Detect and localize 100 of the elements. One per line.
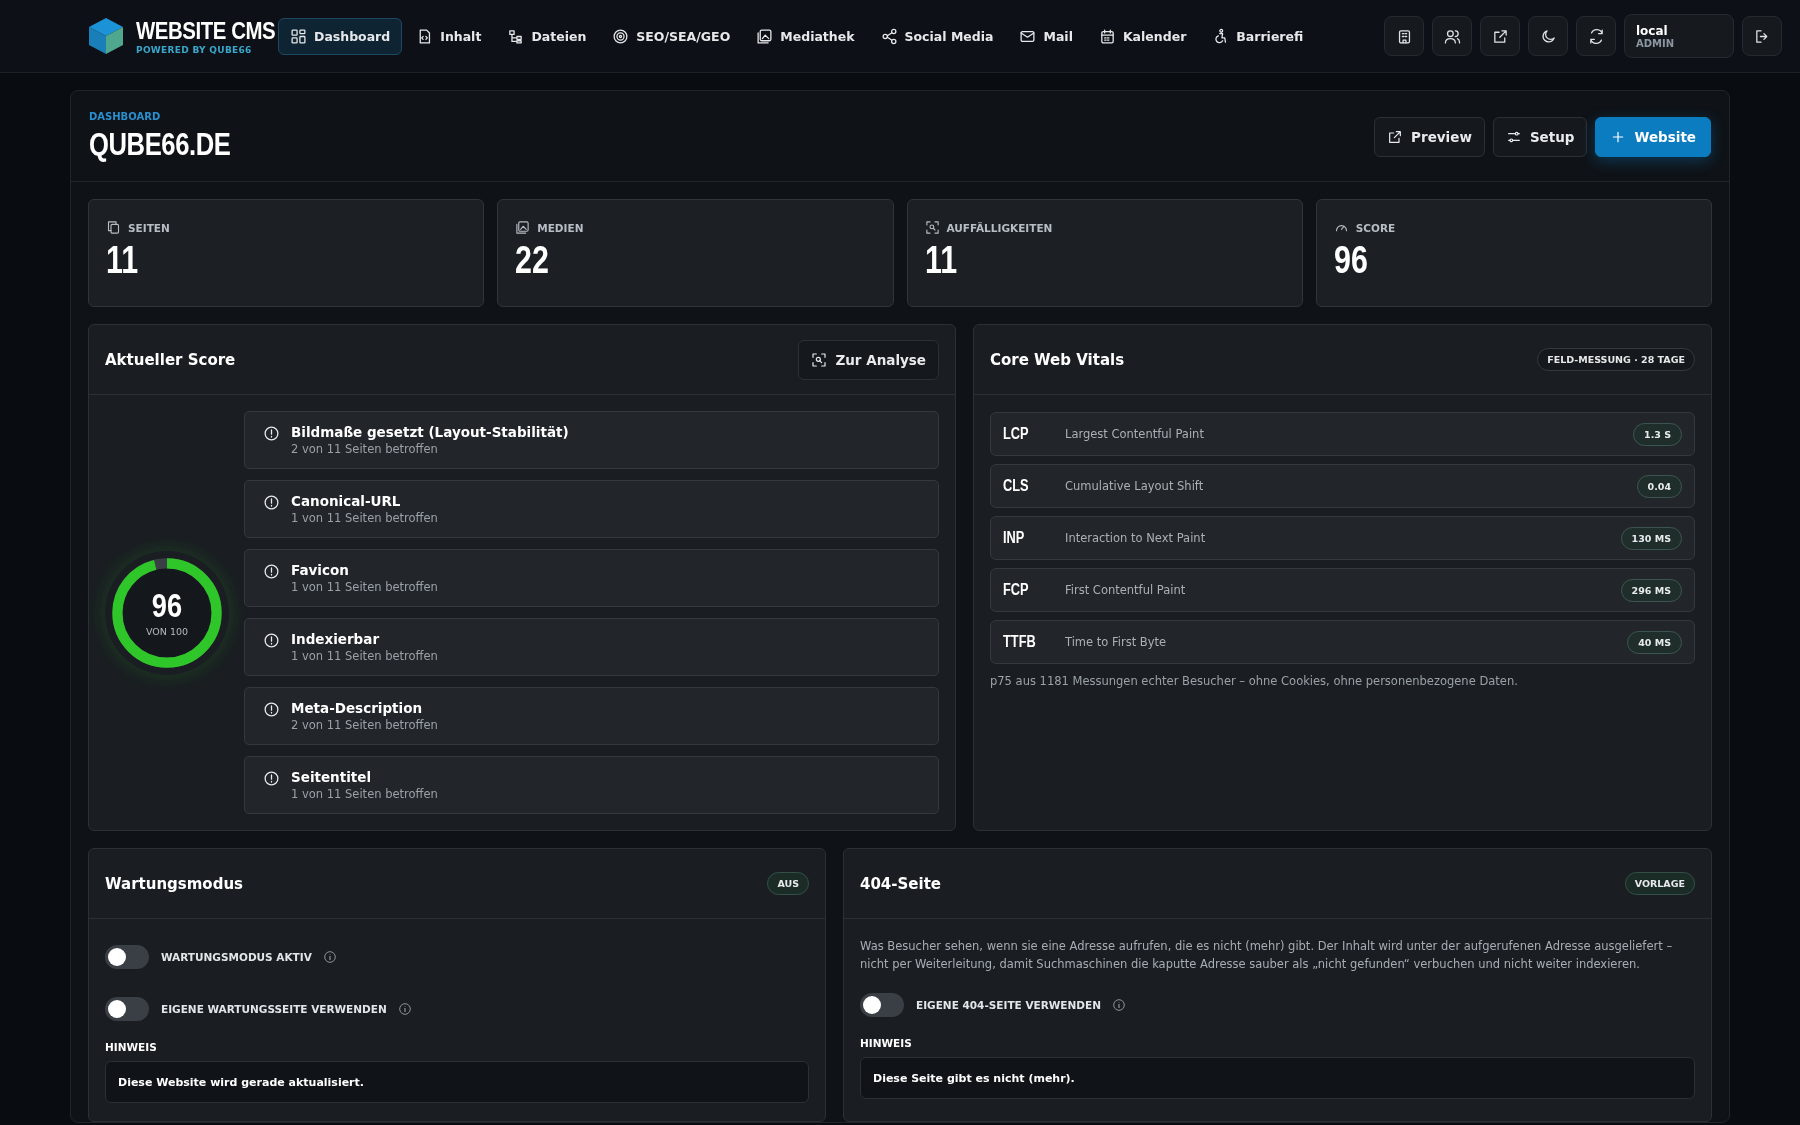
issue-detail: 1 von 11 Seiten betroffen [291,580,438,594]
info-icon [398,1003,411,1015]
metric-code: FCP [1003,581,1030,599]
panel-title: Aktueller Score [105,350,236,369]
issue-title: Indexierbar [291,631,381,647]
refresh-icon [1587,27,1605,45]
status-badge: FELD-MESSUNG · 28 TAGE [1537,348,1695,371]
users-icon [1443,27,1461,45]
input-field[interactable]: Diese Seite gibt es nicht (mehr). [860,1057,1695,1099]
external-link-icon [1491,27,1509,45]
stat-value: 11 [106,239,139,282]
metric-name: Cumulative Layout Shift [1065,479,1205,493]
grid-icon [290,27,307,45]
issue-item[interactable]: Seitentitel 1 von 11 Seiten betroffen [244,756,939,814]
image-icon [515,220,531,235]
toolbar-button[interactable] [1480,16,1520,56]
target-icon [612,27,630,45]
user-menu[interactable]: local ADMIN [1624,14,1734,58]
footnote: p75 aus 1181 Messungen echter Besucher – ohne Cookies, ohne personenbezogene Daten. [990,674,1519,688]
metric-name: Largest Contentful Paint [1065,427,1205,441]
toolbar-button[interactable] [1528,16,1568,56]
alert-icon [263,701,280,718]
toggle-label: WARTUNGSMODUS AKTIV [161,951,312,963]
share-icon [880,27,898,45]
sliders-icon [1505,129,1522,145]
moon-icon [1539,27,1557,45]
panel-title: Core Web Vitals [990,350,1125,369]
toggle-switch[interactable] [105,945,149,969]
nav-tab[interactable]: Dashboard [278,17,403,55]
stat-value: 11 [924,239,957,282]
status-badge: AUS [767,872,809,895]
issue-item[interactable]: Canonical-URL 1 von 11 Seiten betroffen [244,480,939,538]
panel-title: 404-Seite [860,874,941,893]
metric-value: 0.04 [1636,474,1682,498]
external-link-icon [1387,129,1404,145]
toolbar-button[interactable] [1432,16,1472,56]
nav-tab[interactable]: Inhalt [404,17,494,55]
nav-tab[interactable]: Mediathek [744,17,867,55]
issue-detail: 1 von 11 Seiten betroffen [291,511,438,525]
metric-value: 296 MS [1620,578,1682,602]
scan-icon [811,351,828,368]
logout-button[interactable] [1742,16,1782,56]
nav-tab[interactable]: Mail [1007,17,1085,55]
image-icon [756,27,774,45]
issue-title: Bildmaße gesetzt (Layout-Stabilität) [291,424,569,440]
setup-button[interactable]: Setup [1492,117,1588,157]
metric-code: CLS [1003,477,1030,495]
nav-tab[interactable]: Barrierefi [1200,17,1316,55]
stat-value: 22 [515,239,550,282]
issue-detail: 2 von 11 Seiten betroffen [291,442,439,456]
stat-label: AUFFÄLLIGKEITEN [946,221,1053,234]
alert-icon [263,494,280,511]
scan-icon [924,220,940,235]
toggle-switch[interactable] [105,997,149,1021]
stat-label: MEDIEN [537,221,584,234]
metric-value: 1.3 S [1633,422,1682,446]
score-caption: VON 100 [145,626,189,637]
alert-icon [263,632,280,649]
toggle-switch[interactable] [860,993,904,1017]
preview-button[interactable]: Preview [1374,117,1485,157]
issue-title: Favicon [291,562,350,578]
brand-subtitle: POWERED BY QUBE66 [136,45,253,55]
toolbar-button[interactable] [1576,16,1616,56]
add-website-button[interactable]: Website [1595,117,1711,157]
alert-icon [263,770,280,787]
info-icon [323,951,336,963]
toolbar-button[interactable] [1384,16,1424,56]
field-label: HINWEIS [105,1041,158,1053]
toggle-label: EIGENE WARTUNGSSEITE VERWENDEN [161,1003,387,1015]
metric-name: First Contentful Paint [1065,583,1187,597]
nav-tab[interactable]: Social Media [868,17,1006,55]
toggle-label: EIGENE 404-SEITE VERWENDEN [916,999,1101,1011]
issue-item[interactable]: Bildmaße gesetzt (Layout-Stabilität) 2 von 11 Seiten betroffen [244,411,939,469]
calendar-icon [1098,27,1116,45]
cube-logo-icon [86,16,126,56]
issue-item[interactable]: Indexierbar 1 von 11 Seiten betroffen [244,618,939,676]
nav-tab[interactable]: SEO/SEA/GEO [600,17,743,55]
tree-icon [507,27,525,45]
panel-title: Wartungsmodus [105,874,243,893]
input-field[interactable]: Diese Website wird gerade aktualisiert. [105,1061,809,1103]
metric-name: Time to First Byte [1065,635,1168,649]
status-badge: VORLAGE [1624,872,1695,895]
analysis-button[interactable]: Zur Analyse [798,339,939,380]
metric-code: TTFB [1003,633,1037,651]
nav-tab[interactable]: Dateien [495,17,599,55]
pages-icon [106,220,121,235]
issue-detail: 2 von 11 Seiten betroffen [291,718,438,732]
issue-item[interactable]: Favicon 1 von 11 Seiten betroffen [244,549,939,607]
page-title: QUBE66.DE [89,126,231,163]
stat-value: 96 [1333,239,1368,282]
issue-title: Seitentitel [291,769,373,785]
metric-value: 40 MS [1627,630,1682,654]
metric-code: INP [1003,529,1026,547]
score-value: 96 [151,588,183,622]
user-role: ADMIN [1636,37,1676,49]
nav-tab[interactable]: Kalender [1086,17,1199,55]
issue-item[interactable]: Meta-Description 2 von 11 Seiten betroffen [244,687,939,745]
stat-label: SEITEN [128,221,170,234]
stat-label: SCORE [1355,221,1396,234]
brand-title: WEBSITE CMS [136,17,276,45]
